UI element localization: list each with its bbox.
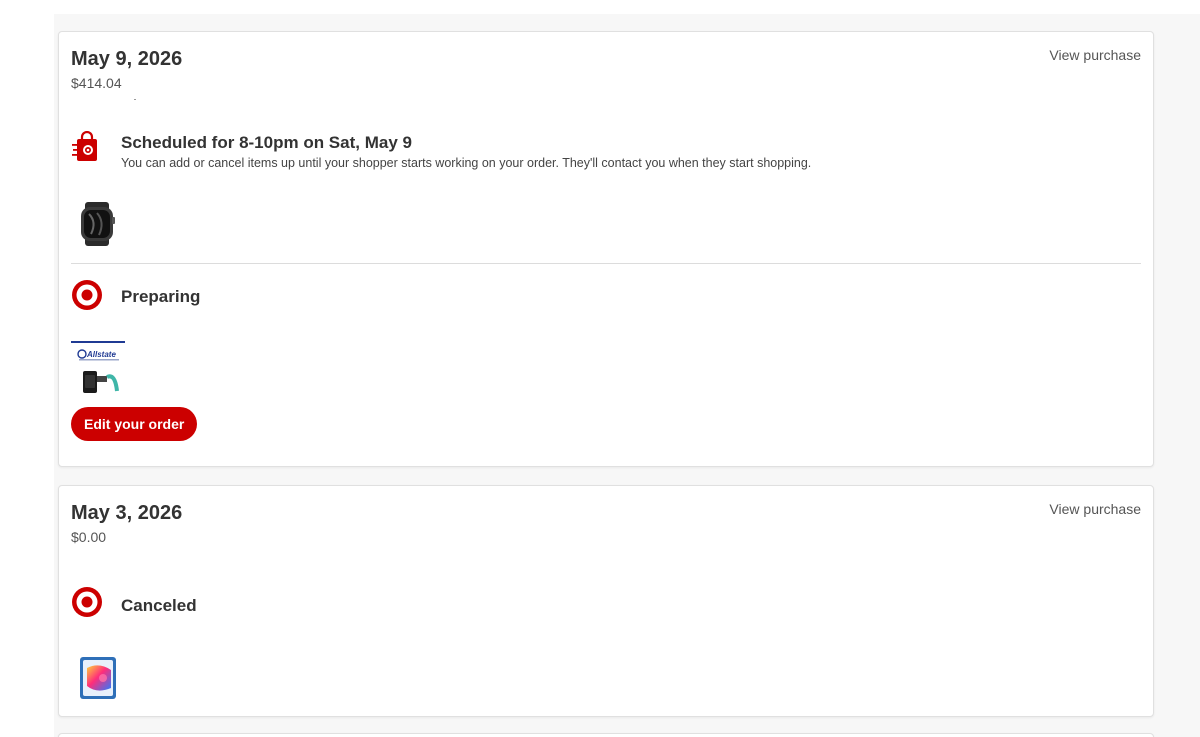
tablet-product-image[interactable]: [79, 656, 117, 705]
order-card: May 9, 2026 $414.04 View purchase Schedu…: [58, 31, 1154, 467]
order-card: [58, 733, 1154, 737]
fulfillment-status: Canceled: [121, 596, 197, 615]
order-total: $414.04: [71, 75, 122, 91]
edit-order-button[interactable]: Edit your order: [71, 407, 198, 441]
divider-dot: [134, 99, 136, 100]
view-purchase-link[interactable]: View purchase: [1049, 47, 1141, 63]
order-card: May 3, 2026 $0.00 View purchase Canceled: [58, 485, 1154, 717]
view-purchase-link[interactable]: View purchase: [1049, 501, 1141, 517]
schedule-title: Scheduled for 8-10pm on Sat, May 9: [121, 133, 412, 152]
section-divider: [71, 263, 1141, 264]
target-bullseye-icon: [71, 279, 103, 316]
smartwatch-product-image[interactable]: [77, 200, 117, 253]
order-total: $0.00: [71, 529, 107, 545]
fulfillment-status: Preparing: [121, 287, 201, 306]
order-date: May 9, 2026: [71, 48, 183, 70]
order-date: May 3, 2026: [71, 502, 183, 524]
allstate-logo: Allstate: [86, 350, 116, 359]
schedule-description: You can add or cancel items up until you…: [121, 156, 812, 170]
target-bullseye-icon: [71, 586, 103, 623]
shopping-bag-icon: [71, 130, 103, 168]
protection-plan-product-image[interactable]: Allstate: [71, 341, 125, 402]
